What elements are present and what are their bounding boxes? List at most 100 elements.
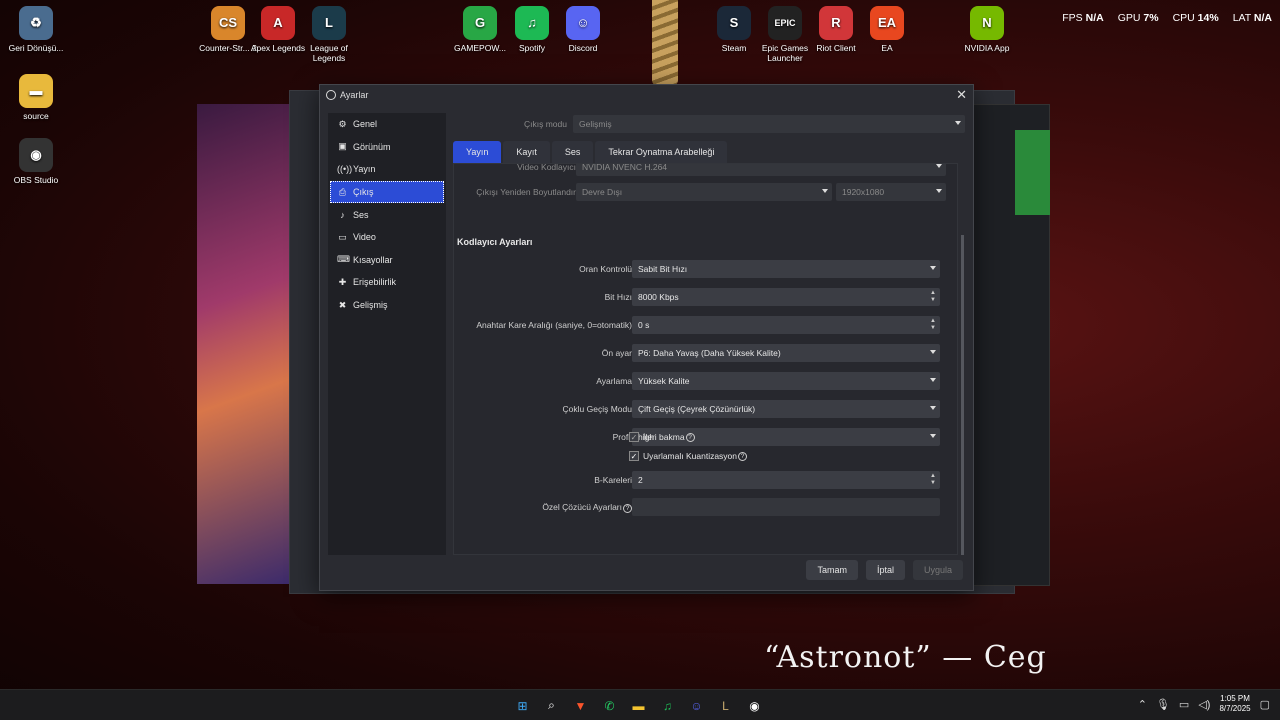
ok-button[interactable]: Tamam (806, 560, 858, 580)
sidebar-item-label: Erişebilirlik (353, 277, 397, 288)
encoder-spinbox[interactable]: 0 s ▲ ▼ (632, 316, 940, 334)
encoder-field-row: Profil high (454, 426, 957, 448)
network-icon[interactable]: ▭ (1179, 698, 1189, 711)
sidebar-item-çıkış[interactable]: ⎙ Çıkış (330, 180, 444, 204)
league-icon[interactable]: L (714, 694, 737, 717)
sidebar-item-gelişmiş[interactable]: ✖ Gelişmiş (330, 294, 444, 317)
app-icon: L (312, 6, 346, 40)
field-value: 0 s (638, 320, 650, 330)
close-icon[interactable]: ✕ (956, 87, 967, 103)
app-icon: CS (211, 6, 245, 40)
output-mode-select[interactable]: Gelişmiş (573, 115, 965, 133)
video-encoder-select[interactable]: NVIDIA NVENC H.264 (576, 164, 946, 176)
sidebar-item-ses[interactable]: ♪ Ses (330, 203, 444, 226)
encoder-select[interactable]: Yüksek Kalite (632, 372, 940, 390)
whatsapp-icon[interactable]: ✆ (598, 694, 621, 717)
bframes-spinbox[interactable]: 2 ▲ ▼ (632, 471, 940, 489)
sidebar-item-görünüm[interactable]: ▣ Görünüm (330, 136, 444, 159)
chevron-up-icon[interactable]: ⌃ (1138, 698, 1147, 711)
app-icon: ☺ (566, 6, 600, 40)
start-icon[interactable]: ⊞ (511, 694, 534, 717)
sidebar-item-label: Genel (353, 119, 378, 130)
chevron-down-icon (930, 266, 936, 270)
desktop-icon-nvidia-app[interactable]: N NVIDIA App (955, 6, 1019, 53)
desktop-icon-label: NVIDIA App (964, 43, 1010, 53)
desktop-icon-geri-d-n[interactable]: ♻ Geri Dönüşü... (4, 6, 68, 53)
background-green-panel (1015, 130, 1050, 215)
chevron-down-icon (955, 121, 961, 125)
cancel-button[interactable]: İptal (865, 560, 905, 580)
desktop-icon-obs-studio[interactable]: ◉ OBS Studio (4, 138, 68, 185)
encoder-select[interactable]: P6: Daha Yavaş (Daha Yüksek Kalite) (632, 344, 940, 362)
encoder-settings-title: Kodlayıcı Ayarları (457, 237, 533, 247)
sidebar-item-erişebilirlik[interactable]: ✚ Erişebilirlik (330, 271, 444, 294)
help-icon[interactable]: ? (623, 503, 632, 513)
encoder-field-label: Çoklu Geçiş Modu (562, 404, 632, 414)
sidebar-icon: ⎙ (338, 186, 347, 197)
encoder-spinbox[interactable]: 8000 Kbps ▲ ▼ (632, 288, 940, 306)
tab-4[interactable]: Tekrar Oynatma Arabelleği (595, 141, 728, 163)
app-icon: G (463, 6, 497, 40)
output-mode-row: Çıkış modu Gelişmiş (453, 113, 965, 135)
scrollbar[interactable] (961, 235, 964, 555)
desktop-icon-source[interactable]: ▬ source (4, 74, 68, 121)
rescale-resolution-select[interactable]: 1920x1080 (836, 183, 946, 201)
volume-icon[interactable]: ◁) (1198, 698, 1210, 711)
sidebar-item-genel[interactable]: ⚙ Genel (330, 113, 444, 136)
clock[interactable]: 1:05 PM 8/7/2025 (1219, 694, 1250, 714)
obs-icon[interactable]: ◉ (743, 694, 766, 717)
app-icon: ▬ (19, 74, 53, 108)
stream-settings-panel: Video Kodlayıcı NVIDIA NVENC H.264 Çıkış… (453, 163, 958, 555)
sidebar-icon: ⌨ (337, 254, 350, 265)
field-value: Yüksek Kalite (638, 376, 690, 386)
sidebar-item-yayın[interactable]: ((•)) Yayın (330, 158, 444, 181)
help-icon[interactable]: ? (738, 451, 748, 461)
rescale-label: Çıkışı Yeniden Boyutlandır (476, 187, 576, 197)
encoder-select[interactable]: Çift Geçiş (Çeyrek Çözünürlük) (632, 400, 940, 418)
chevron-down-icon (930, 406, 936, 410)
adaptive-quantization-checkbox[interactable]: ✓ Uyarlamalı Kuantizasyon ? (629, 451, 748, 461)
spinner-arrows-icon[interactable]: ▲ ▼ (930, 290, 936, 304)
bframes-row: B-Kareleri 2 ▲ ▼ (454, 469, 957, 491)
custom-encoder-row: Özel Çözücü Ayarları? (454, 496, 957, 518)
desktop-icon-discord[interactable]: ☺ Discord (551, 6, 615, 53)
dialog-titlebar[interactable]: Ayarlar (320, 85, 973, 105)
scrollbar-thumb[interactable] (961, 235, 964, 555)
dialog-buttons: Tamam İptal Uygula (806, 560, 963, 580)
spotify-icon[interactable]: ♫ (656, 694, 679, 717)
search-icon[interactable]: ⌕ (540, 694, 563, 717)
brave-icon[interactable]: ▼ (569, 694, 592, 717)
spinner-arrows-icon[interactable]: ▲ ▼ (930, 473, 936, 487)
help-icon[interactable]: ? (685, 432, 695, 442)
app-icon: ♻ (19, 6, 53, 40)
desktop-icon-ea[interactable]: EA EA (855, 6, 919, 53)
tab-1[interactable]: Yayın (453, 141, 502, 163)
taskbar: ⊞ ⌕ ▼ ✆ ▬ ♫ ☺ L ◉ ⌃ 🎙 ▭ ◁) 1:05 PM 8/7/20… (0, 689, 1280, 720)
encoder-select[interactable]: Sabit Bit Hızı (632, 260, 940, 278)
app-icon: ◉ (19, 138, 53, 172)
rescale-select[interactable]: Devre Dışı (576, 183, 832, 201)
microphone-icon[interactable]: 🎙 (1156, 698, 1170, 711)
sidebar-item-kısayollar[interactable]: ⌨ Kısayollar (330, 249, 444, 272)
apply-button[interactable]: Uygula (912, 560, 963, 580)
desktop-icon-label: OBS Studio (13, 175, 59, 185)
notification-icon[interactable]: ▢ (1260, 698, 1270, 711)
output-mode-label: Çıkış modu (524, 119, 567, 129)
encoder-field-row: Çoklu Geçiş Modu Çift Geçiş (Çeyrek Çözün… (454, 398, 957, 420)
tab-2[interactable]: Kayıt (503, 141, 550, 163)
sidebar-item-video[interactable]: ▭ Video (330, 226, 444, 249)
checkbox-icon: ✓ (629, 432, 639, 442)
desktop-icon-league-of-legends[interactable]: L League of Legends (297, 6, 361, 63)
spinner-arrows-icon[interactable]: ▲ ▼ (930, 318, 936, 332)
discord-icon[interactable]: ☺ (685, 694, 708, 717)
custom-encoder-input[interactable] (632, 498, 940, 516)
tab-3[interactable]: Ses (551, 141, 594, 163)
chevron-down-icon (930, 434, 936, 438)
adaptive-quantization-label: Uyarlamalı Kuantizasyon (643, 451, 738, 461)
field-value: Sabit Bit Hızı (638, 264, 688, 274)
desktop-icon-label: source (23, 111, 49, 121)
lyric-overlay: “Astronot” — Ceg (764, 640, 1047, 675)
lookahead-checkbox[interactable]: ✓ İleri bakma ? (629, 432, 695, 442)
encoder-field-label: Anahtar Kare Aralığı (saniye, 0=otomatik… (476, 320, 632, 330)
folder-icon[interactable]: ▬ (627, 694, 650, 717)
